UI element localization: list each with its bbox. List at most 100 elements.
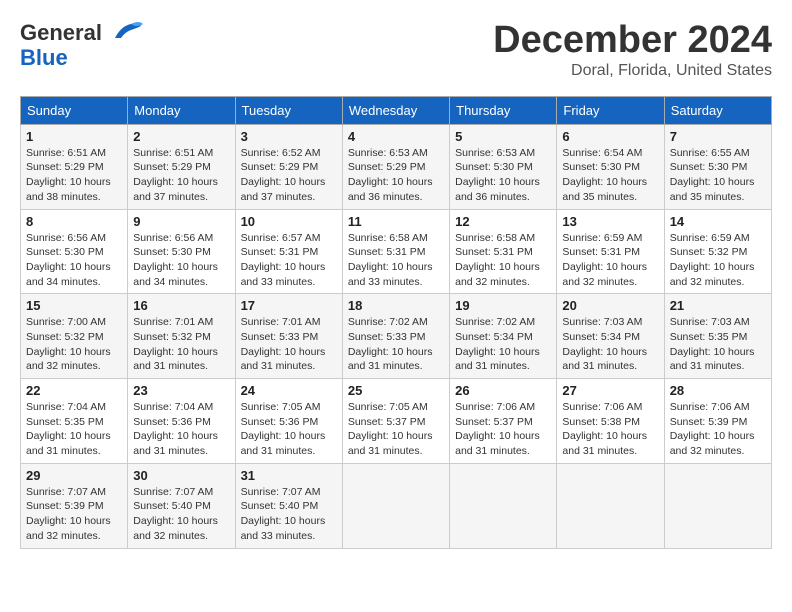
calendar-cell: 29 Sunrise: 7:07 AM Sunset: 5:39 PM Dayl… [21,463,128,548]
day-number: 13 [562,214,658,229]
day-number: 19 [455,298,551,313]
day-info: Sunrise: 6:58 AM Sunset: 5:31 PM Dayligh… [348,231,444,290]
calendar-table: SundayMondayTuesdayWednesdayThursdayFrid… [20,96,772,549]
day-number: 21 [670,298,766,313]
day-info: Sunrise: 6:53 AM Sunset: 5:29 PM Dayligh… [348,146,444,205]
day-info: Sunrise: 7:07 AM Sunset: 5:39 PM Dayligh… [26,485,122,544]
day-info: Sunrise: 7:00 AM Sunset: 5:32 PM Dayligh… [26,315,122,374]
calendar-cell: 12 Sunrise: 6:58 AM Sunset: 5:31 PM Dayl… [450,209,557,294]
day-info: Sunrise: 7:01 AM Sunset: 5:32 PM Dayligh… [133,315,229,374]
day-number: 14 [670,214,766,229]
calendar-cell: 16 Sunrise: 7:01 AM Sunset: 5:32 PM Dayl… [128,294,235,379]
calendar-cell: 19 Sunrise: 7:02 AM Sunset: 5:34 PM Dayl… [450,294,557,379]
day-number: 25 [348,383,444,398]
day-number: 9 [133,214,229,229]
calendar-cell: 8 Sunrise: 6:56 AM Sunset: 5:30 PM Dayli… [21,209,128,294]
day-info: Sunrise: 6:59 AM Sunset: 5:31 PM Dayligh… [562,231,658,290]
day-info: Sunrise: 7:03 AM Sunset: 5:34 PM Dayligh… [562,315,658,374]
day-info: Sunrise: 6:52 AM Sunset: 5:29 PM Dayligh… [241,146,337,205]
calendar-cell: 21 Sunrise: 7:03 AM Sunset: 5:35 PM Dayl… [664,294,771,379]
calendar-cell: 4 Sunrise: 6:53 AM Sunset: 5:29 PM Dayli… [342,124,449,209]
calendar-cell: 11 Sunrise: 6:58 AM Sunset: 5:31 PM Dayl… [342,209,449,294]
weekday-header-friday: Friday [557,96,664,124]
calendar-cell: 25 Sunrise: 7:05 AM Sunset: 5:37 PM Dayl… [342,379,449,464]
calendar-cell [664,463,771,548]
day-info: Sunrise: 6:51 AM Sunset: 5:29 PM Dayligh… [133,146,229,205]
weekday-header-monday: Monday [128,96,235,124]
calendar-cell: 9 Sunrise: 6:56 AM Sunset: 5:30 PM Dayli… [128,209,235,294]
day-info: Sunrise: 7:05 AM Sunset: 5:36 PM Dayligh… [241,400,337,459]
day-number: 7 [670,129,766,144]
logo-text: General Blue [20,20,143,70]
title-block: December 2024 Doral, Florida, United Sta… [493,20,772,80]
day-number: 26 [455,383,551,398]
day-info: Sunrise: 7:01 AM Sunset: 5:33 PM Dayligh… [241,315,337,374]
day-info: Sunrise: 6:57 AM Sunset: 5:31 PM Dayligh… [241,231,337,290]
calendar-cell: 31 Sunrise: 7:07 AM Sunset: 5:40 PM Dayl… [235,463,342,548]
calendar-cell [450,463,557,548]
calendar-cell: 15 Sunrise: 7:00 AM Sunset: 5:32 PM Dayl… [21,294,128,379]
calendar-header-row: SundayMondayTuesdayWednesdayThursdayFrid… [21,96,772,124]
day-number: 20 [562,298,658,313]
day-number: 10 [241,214,337,229]
calendar-cell: 14 Sunrise: 6:59 AM Sunset: 5:32 PM Dayl… [664,209,771,294]
day-number: 17 [241,298,337,313]
day-info: Sunrise: 7:03 AM Sunset: 5:35 PM Dayligh… [670,315,766,374]
calendar-week-row: 15 Sunrise: 7:00 AM Sunset: 5:32 PM Dayl… [21,294,772,379]
day-info: Sunrise: 7:07 AM Sunset: 5:40 PM Dayligh… [241,485,337,544]
day-number: 8 [26,214,122,229]
day-info: Sunrise: 7:07 AM Sunset: 5:40 PM Dayligh… [133,485,229,544]
calendar-cell: 13 Sunrise: 6:59 AM Sunset: 5:31 PM Dayl… [557,209,664,294]
day-info: Sunrise: 7:04 AM Sunset: 5:35 PM Dayligh… [26,400,122,459]
day-info: Sunrise: 7:02 AM Sunset: 5:34 PM Dayligh… [455,315,551,374]
calendar-cell: 30 Sunrise: 7:07 AM Sunset: 5:40 PM Dayl… [128,463,235,548]
day-info: Sunrise: 6:56 AM Sunset: 5:30 PM Dayligh… [133,231,229,290]
calendar-cell: 17 Sunrise: 7:01 AM Sunset: 5:33 PM Dayl… [235,294,342,379]
logo: General Blue [20,20,143,70]
day-number: 12 [455,214,551,229]
day-number: 23 [133,383,229,398]
calendar-cell: 22 Sunrise: 7:04 AM Sunset: 5:35 PM Dayl… [21,379,128,464]
calendar-cell: 23 Sunrise: 7:04 AM Sunset: 5:36 PM Dayl… [128,379,235,464]
day-number: 3 [241,129,337,144]
calendar-cell: 5 Sunrise: 6:53 AM Sunset: 5:30 PM Dayli… [450,124,557,209]
day-info: Sunrise: 6:53 AM Sunset: 5:30 PM Dayligh… [455,146,551,205]
day-info: Sunrise: 6:58 AM Sunset: 5:31 PM Dayligh… [455,231,551,290]
weekday-header-saturday: Saturday [664,96,771,124]
day-number: 11 [348,214,444,229]
day-info: Sunrise: 6:55 AM Sunset: 5:30 PM Dayligh… [670,146,766,205]
calendar-cell: 1 Sunrise: 6:51 AM Sunset: 5:29 PM Dayli… [21,124,128,209]
day-number: 30 [133,468,229,483]
calendar-cell: 20 Sunrise: 7:03 AM Sunset: 5:34 PM Dayl… [557,294,664,379]
day-info: Sunrise: 6:59 AM Sunset: 5:32 PM Dayligh… [670,231,766,290]
day-number: 31 [241,468,337,483]
day-number: 27 [562,383,658,398]
calendar-cell: 7 Sunrise: 6:55 AM Sunset: 5:30 PM Dayli… [664,124,771,209]
logo-bird-icon [111,18,143,46]
day-number: 28 [670,383,766,398]
calendar-week-row: 1 Sunrise: 6:51 AM Sunset: 5:29 PM Dayli… [21,124,772,209]
day-info: Sunrise: 7:02 AM Sunset: 5:33 PM Dayligh… [348,315,444,374]
day-info: Sunrise: 7:06 AM Sunset: 5:39 PM Dayligh… [670,400,766,459]
calendar-cell [342,463,449,548]
page-header: General Blue December 2024 Doral, Florid… [20,20,772,80]
day-number: 24 [241,383,337,398]
day-info: Sunrise: 7:06 AM Sunset: 5:38 PM Dayligh… [562,400,658,459]
weekday-header-wednesday: Wednesday [342,96,449,124]
calendar-cell: 27 Sunrise: 7:06 AM Sunset: 5:38 PM Dayl… [557,379,664,464]
calendar-cell: 24 Sunrise: 7:05 AM Sunset: 5:36 PM Dayl… [235,379,342,464]
calendar-week-row: 8 Sunrise: 6:56 AM Sunset: 5:30 PM Dayli… [21,209,772,294]
day-number: 5 [455,129,551,144]
weekday-header-tuesday: Tuesday [235,96,342,124]
day-number: 6 [562,129,658,144]
day-number: 29 [26,468,122,483]
day-number: 4 [348,129,444,144]
day-info: Sunrise: 6:51 AM Sunset: 5:29 PM Dayligh… [26,146,122,205]
calendar-cell: 28 Sunrise: 7:06 AM Sunset: 5:39 PM Dayl… [664,379,771,464]
calendar-cell: 6 Sunrise: 6:54 AM Sunset: 5:30 PM Dayli… [557,124,664,209]
day-number: 1 [26,129,122,144]
calendar-cell: 10 Sunrise: 6:57 AM Sunset: 5:31 PM Dayl… [235,209,342,294]
calendar-cell: 18 Sunrise: 7:02 AM Sunset: 5:33 PM Dayl… [342,294,449,379]
calendar-week-row: 29 Sunrise: 7:07 AM Sunset: 5:39 PM Dayl… [21,463,772,548]
day-number: 16 [133,298,229,313]
